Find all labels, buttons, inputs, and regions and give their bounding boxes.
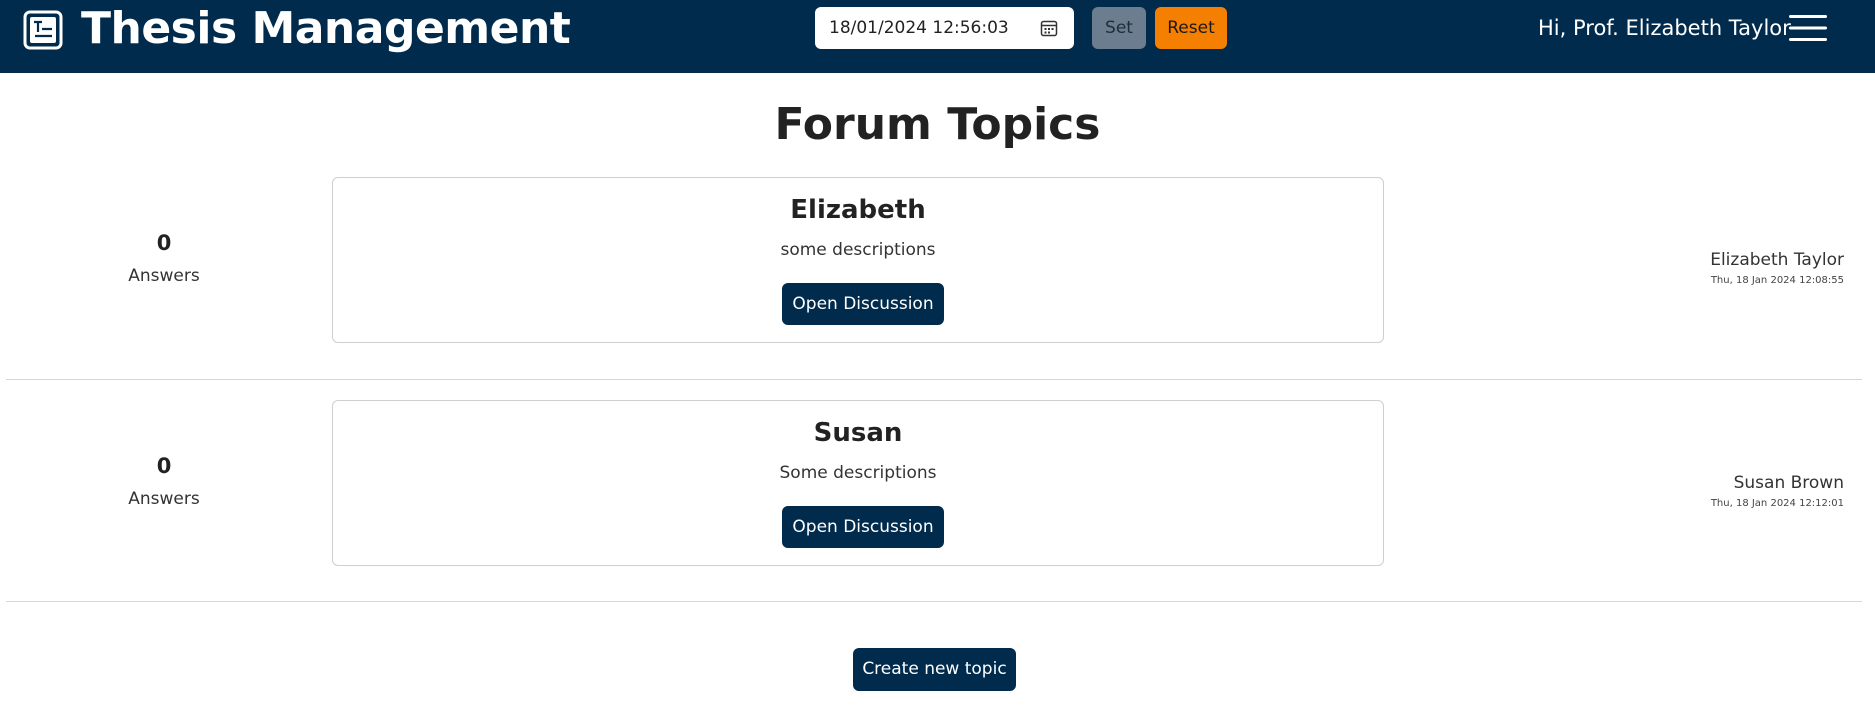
- thesis-logo-icon: [23, 10, 63, 50]
- open-discussion-button[interactable]: Open Discussion: [782, 506, 944, 548]
- topic-author: Elizabeth Taylor: [1710, 250, 1844, 270]
- answers-count: 0: [156, 454, 172, 478]
- topic-description: some descriptions: [780, 240, 936, 260]
- reset-date-button[interactable]: Reset: [1155, 7, 1227, 49]
- answers-label: Answers: [128, 266, 200, 286]
- app-title: Thesis Management: [81, 3, 571, 54]
- topic-author: Susan Brown: [1733, 473, 1844, 493]
- topic-date: Thu, 18 Jan 2024 12:08:55: [1710, 275, 1844, 286]
- topic-date: Thu, 18 Jan 2024 12:12:01: [1710, 498, 1844, 509]
- open-discussion-button[interactable]: Open Discussion: [782, 283, 944, 325]
- answers-label: Answers: [128, 489, 200, 509]
- topic-row: 0 Answers Elizabeth some descriptions Op…: [6, 175, 1862, 380]
- top-navbar: Thesis Management 18/01/2024 12:56:03 Se…: [0, 0, 1875, 73]
- topic-card: Susan Some descriptions Open Discussion: [332, 400, 1384, 566]
- datetime-value: 18/01/2024 12:56:03: [829, 18, 1009, 38]
- create-topic-button[interactable]: Create new topic: [853, 648, 1016, 691]
- set-date-button[interactable]: Set: [1092, 7, 1146, 49]
- answers-count: 0: [156, 231, 172, 255]
- hamburger-menu-icon[interactable]: [1789, 14, 1827, 42]
- topic-description: Some descriptions: [779, 463, 937, 483]
- topic-title: Susan: [813, 418, 903, 448]
- topic-title: Elizabeth: [790, 195, 926, 225]
- calendar-icon[interactable]: [1040, 19, 1058, 37]
- topic-card: Elizabeth some descriptions Open Discuss…: [332, 177, 1384, 343]
- user-greeting: Hi, Prof. Elizabeth Taylor: [1538, 16, 1791, 40]
- virtual-clock-datetime-input[interactable]: 18/01/2024 12:56:03: [815, 7, 1074, 49]
- page-title: Forum Topics: [774, 99, 1101, 150]
- topic-row: 0 Answers Susan Some descriptions Open D…: [6, 398, 1862, 602]
